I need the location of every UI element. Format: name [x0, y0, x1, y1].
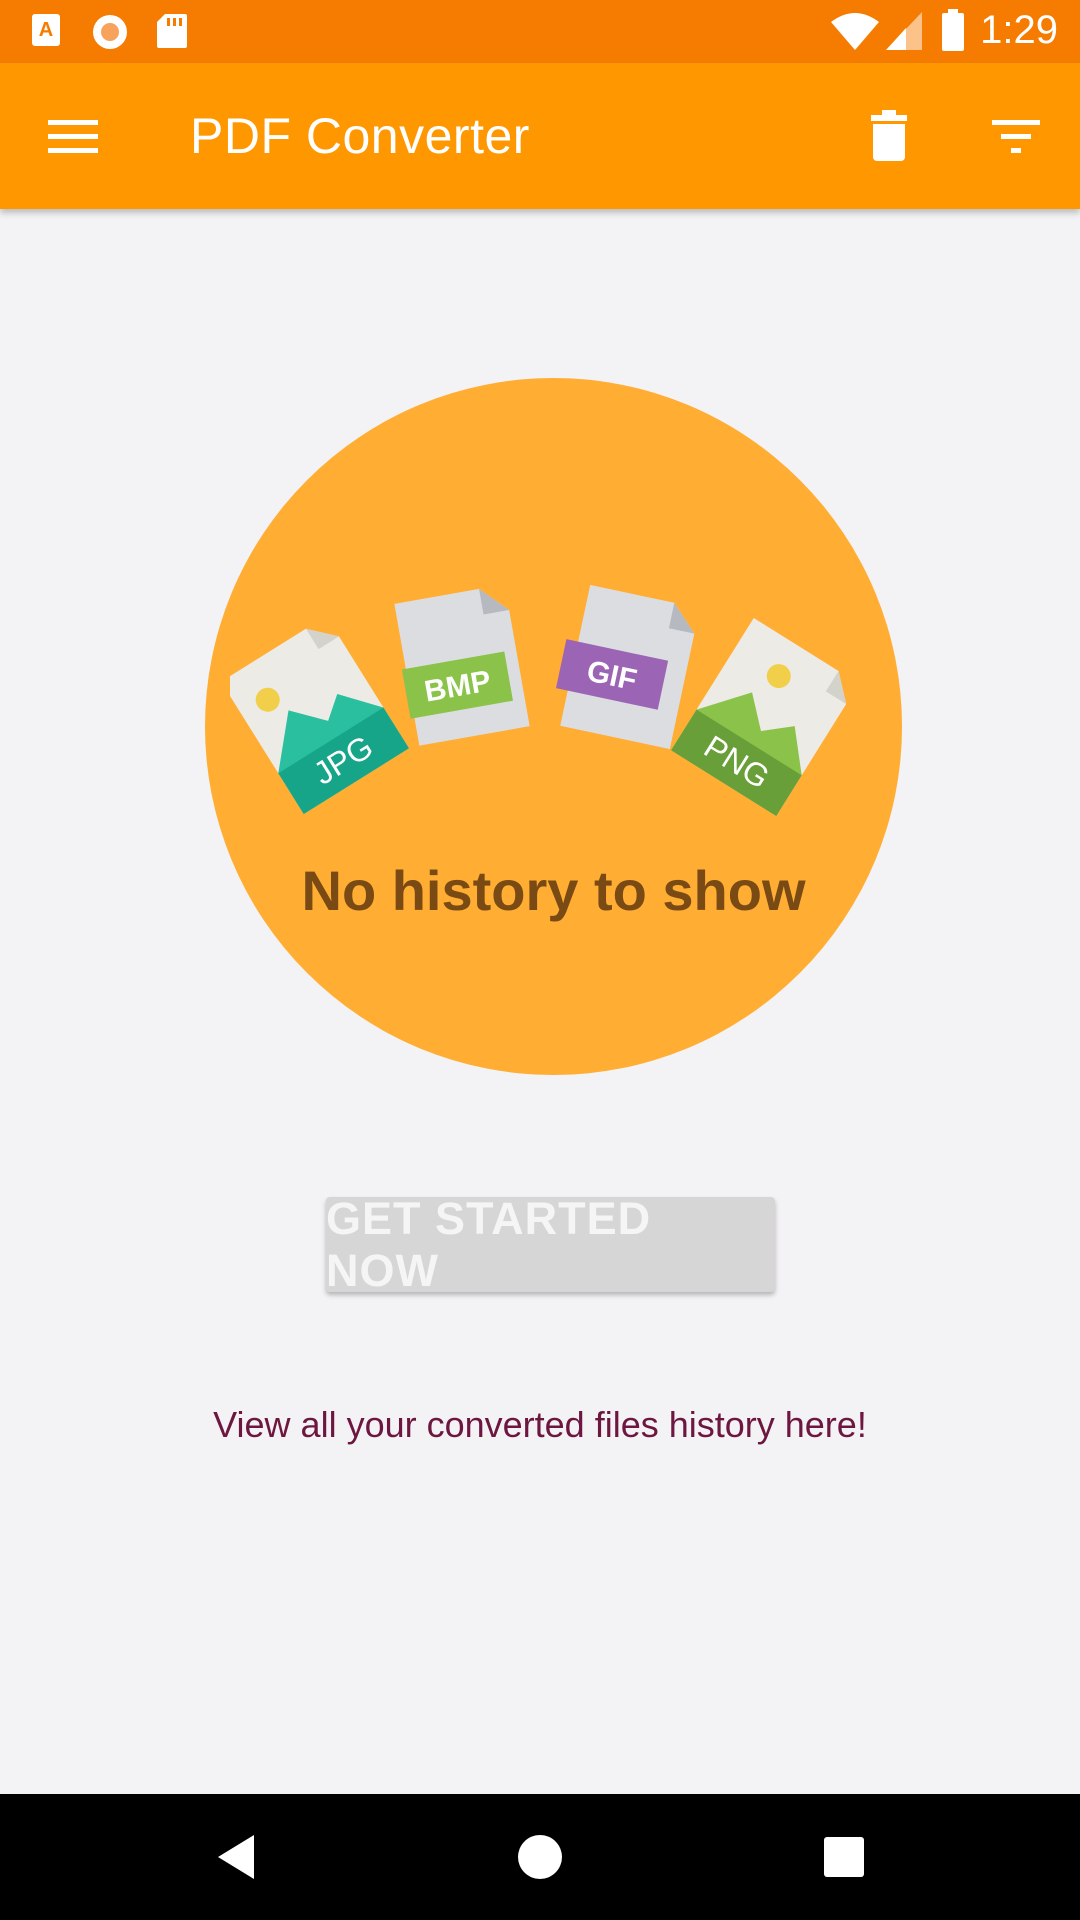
home-button[interactable] — [510, 1827, 570, 1887]
sd-card-icon — [157, 14, 187, 48]
home-icon — [518, 1835, 562, 1879]
app-title: PDF Converter — [190, 108, 530, 164]
jpg-file-icon: JPG — [230, 628, 409, 815]
back-icon — [218, 1835, 254, 1879]
hamburger-menu-icon — [48, 120, 98, 153]
status-bar: A 1:29 — [0, 0, 1080, 63]
signal-icon — [886, 12, 922, 50]
text-notification-icon: A — [32, 14, 60, 46]
delete-icon — [871, 110, 907, 161]
delete-button[interactable] — [858, 105, 920, 167]
empty-state-title: No history to show — [301, 859, 806, 922]
clock: 1:29 — [980, 8, 1058, 52]
filter-icon — [992, 120, 1040, 153]
file-types-illustration: JPG BMP GIF PNG — [230, 585, 847, 817]
navigation-bar — [0, 1794, 1080, 1920]
menu-button[interactable] — [36, 105, 110, 167]
filter-button[interactable] — [984, 105, 1052, 167]
recents-icon — [824, 1837, 864, 1877]
app-bar: PDF Converter — [0, 63, 1080, 209]
recents-button[interactable] — [814, 1827, 874, 1887]
history-hint-text: View all your converted files history he… — [213, 1404, 867, 1445]
svg-text:A: A — [39, 19, 53, 41]
back-button[interactable] — [208, 1827, 268, 1887]
gif-file-icon: GIF — [556, 585, 695, 750]
wifi-icon — [831, 13, 879, 50]
record-icon — [93, 15, 127, 49]
battery-icon — [942, 9, 964, 51]
png-file-icon: PNG — [671, 617, 847, 817]
get-started-button[interactable]: GET STARTED NOW — [326, 1193, 775, 1296]
bmp-file-icon: BMP — [394, 588, 530, 746]
